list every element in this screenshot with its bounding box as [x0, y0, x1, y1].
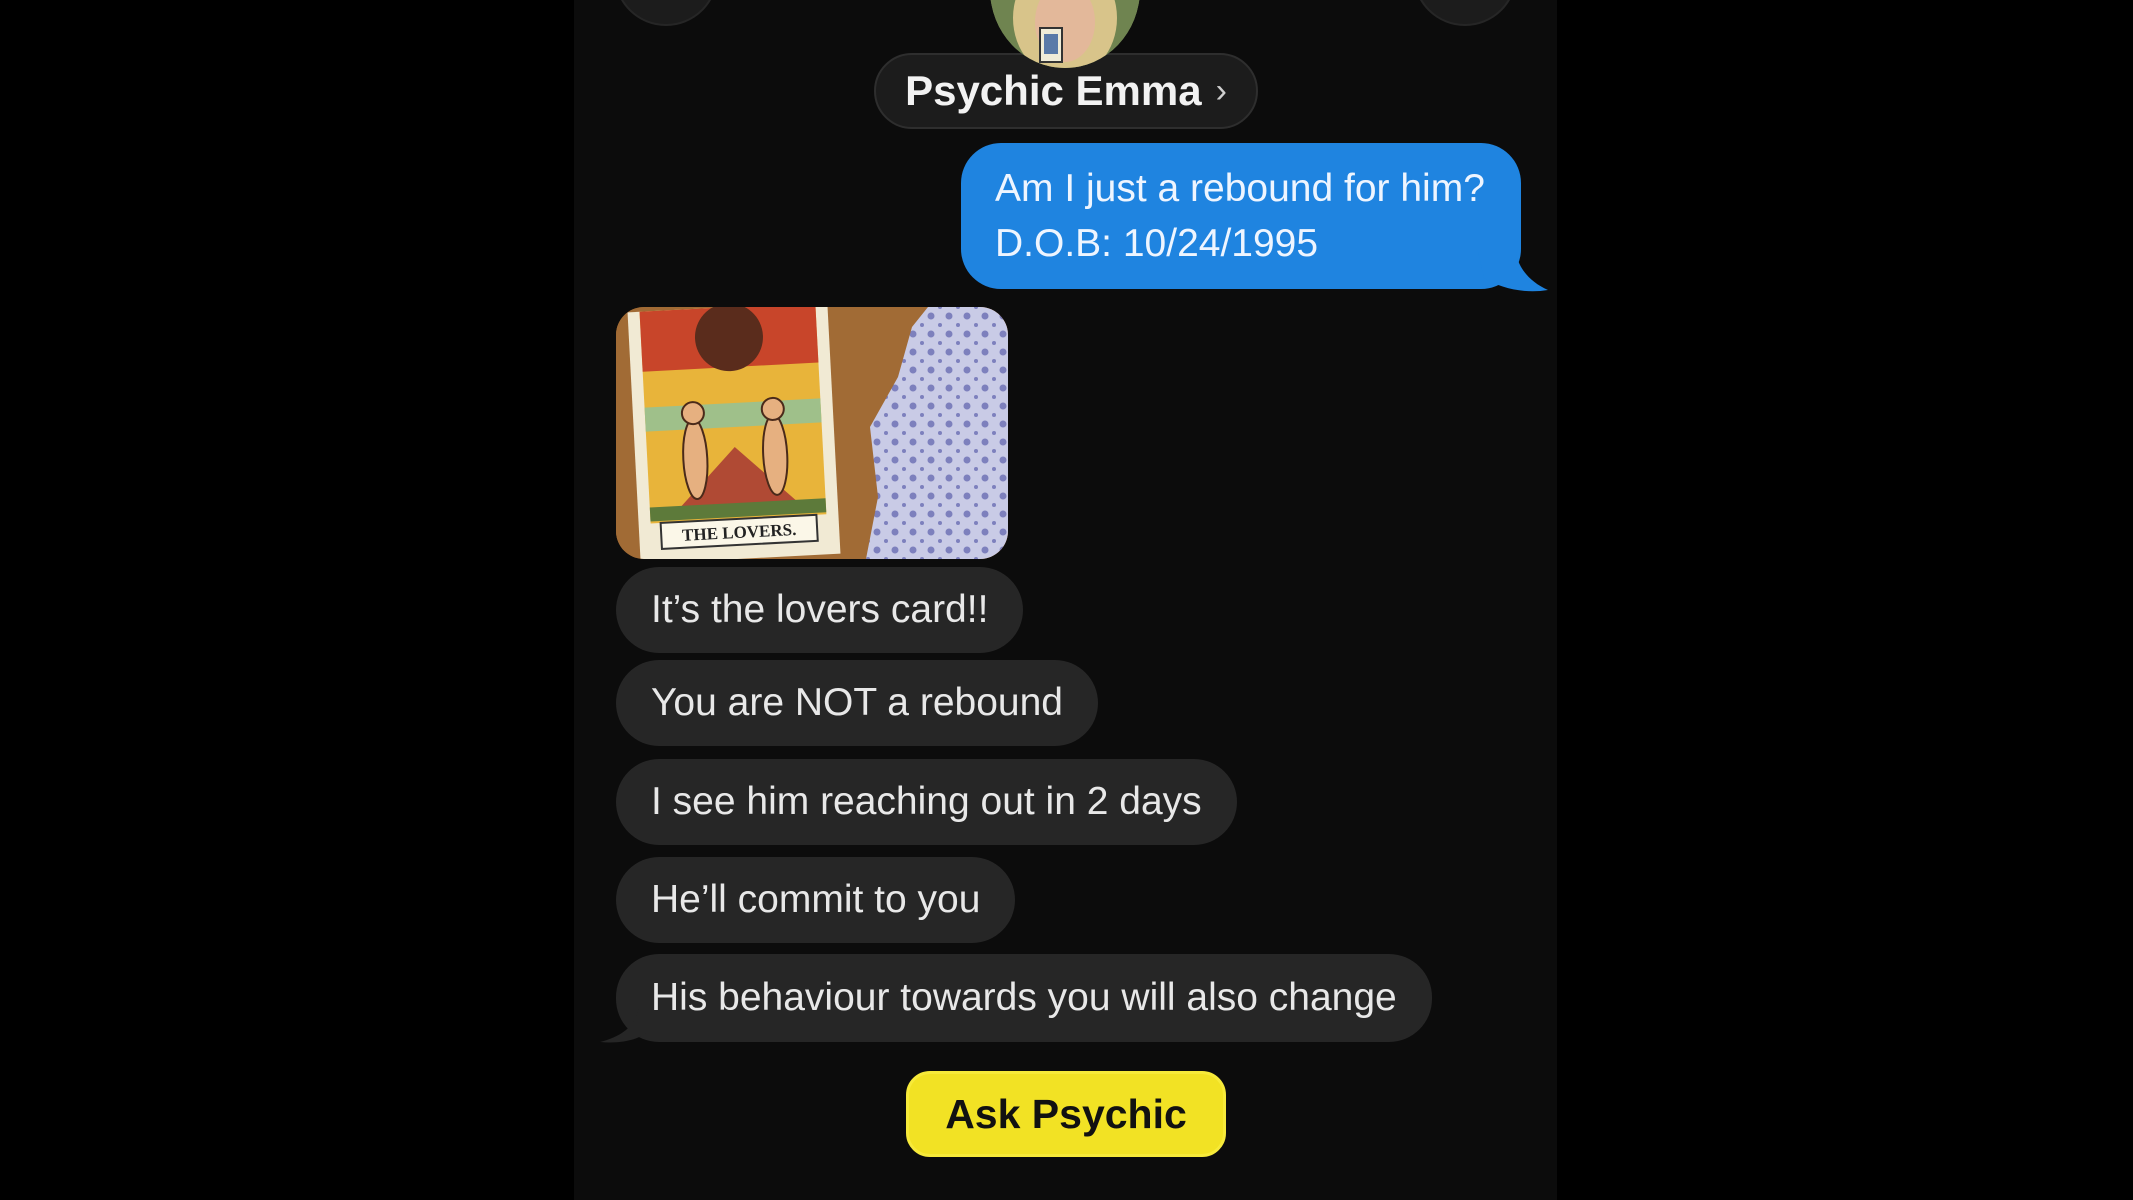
chevron-right-icon: › — [1215, 71, 1227, 110]
sent-bubble-tail — [1478, 252, 1548, 292]
received-message-bubble[interactable]: It’s the lovers card!! — [616, 567, 1024, 653]
tarot-card-image: THE LOVERS. — [616, 307, 1008, 559]
received-message-bubble[interactable]: I see him reaching out in 2 days — [616, 759, 1237, 845]
received-message-bubble[interactable]: You are NOT a rebound — [616, 660, 1098, 746]
sent-message-line-1: Am I just a rebound for him? — [995, 167, 1485, 210]
received-image-tarot-card[interactable]: THE LOVERS. — [616, 307, 1008, 559]
chat-screen: Psychic Emma › Am I just a rebound for h… — [574, 0, 1557, 1200]
ask-psychic-button[interactable]: Ask Psychic — [906, 1071, 1226, 1157]
sent-message-bubble[interactable]: Am I just a rebound for him? D.O.B: 10/2… — [961, 143, 1521, 289]
sent-message-line-2: D.O.B: 10/24/1995 — [995, 222, 1319, 265]
back-button[interactable] — [614, 0, 718, 26]
received-bubble-tail — [600, 1000, 650, 1043]
contact-name: Psychic Emma — [905, 67, 1202, 114]
info-button[interactable] — [1413, 0, 1517, 26]
received-message-bubble[interactable]: His behaviour towards you will also chan… — [616, 954, 1432, 1042]
received-message-bubble[interactable]: He’ll commit to you — [616, 857, 1016, 943]
